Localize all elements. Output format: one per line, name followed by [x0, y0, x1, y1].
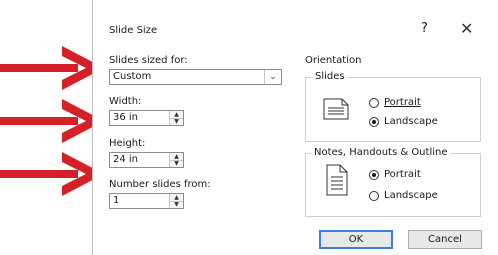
slides-landscape-label: Landscape — [384, 116, 438, 127]
notes-portrait-radio[interactable] — [369, 170, 379, 180]
spinner-down-icon[interactable]: ▼ — [170, 118, 183, 125]
slide-size-dialog: Slide Size ? ✕ Slides sized for: Custom … — [92, 0, 498, 255]
spinner-down-icon[interactable]: ▼ — [170, 160, 183, 167]
portrait-page-icon — [326, 164, 348, 196]
slides-portrait-label: Portrait — [384, 97, 421, 108]
slides-portrait-radio[interactable] — [369, 98, 379, 108]
ok-button[interactable]: OK — [319, 230, 393, 249]
red-arrow-icon — [0, 99, 104, 143]
number-slides-from-stepper[interactable]: 1 ▲ ▼ — [109, 193, 184, 209]
height-label: Height: — [109, 138, 146, 149]
dropdown-arrow-icon[interactable]: ⌄ — [264, 70, 281, 84]
width-value: 36 in — [113, 112, 139, 123]
width-label: Width: — [109, 96, 142, 107]
help-button[interactable]: ? — [421, 21, 428, 36]
spinner-down-icon[interactable]: ▼ — [170, 201, 183, 208]
slides-sized-for-value: Custom — [113, 71, 152, 82]
notes-landscape-label: Landscape — [384, 190, 438, 201]
notes-group-title: Notes, Handouts & Outline — [312, 147, 450, 158]
height-stepper[interactable]: 24 in ▲ ▼ — [109, 152, 184, 168]
cancel-button[interactable]: Cancel — [408, 230, 482, 249]
red-arrow-icon — [0, 152, 104, 196]
number-slides-from-value: 1 — [113, 195, 120, 206]
red-arrow-icon — [0, 46, 104, 90]
notes-landscape-radio[interactable] — [369, 191, 379, 201]
slides-group-title: Slides — [313, 71, 347, 82]
close-button[interactable]: ✕ — [460, 19, 473, 38]
number-slides-from-label: Number slides from: — [109, 179, 211, 190]
width-stepper[interactable]: 36 in ▲ ▼ — [109, 110, 184, 126]
landscape-page-icon — [323, 98, 349, 120]
slides-sized-for-select[interactable]: Custom ⌄ — [109, 69, 282, 85]
dialog-title: Slide Size — [109, 25, 158, 36]
orientation-title: Orientation — [305, 55, 362, 66]
notes-portrait-label: Portrait — [384, 169, 421, 180]
slides-sized-for-label: Slides sized for: — [109, 55, 188, 66]
height-value: 24 in — [113, 154, 139, 165]
slides-landscape-radio[interactable] — [369, 117, 379, 127]
